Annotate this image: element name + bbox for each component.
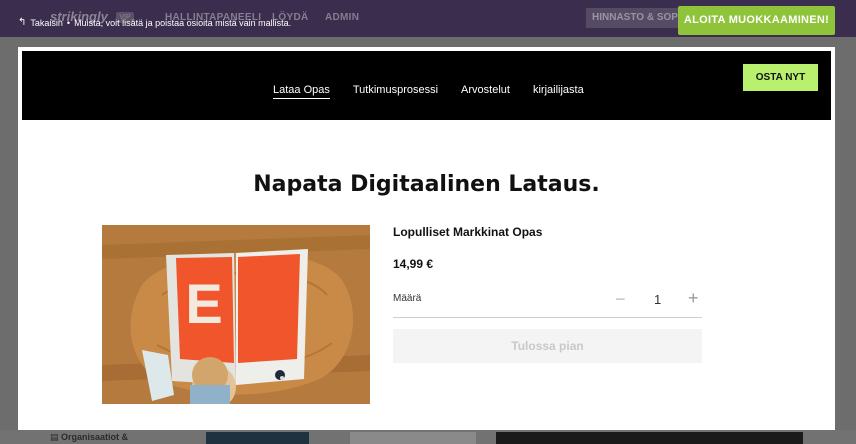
nav-link-download-guide[interactable]: Lataa Opas [273, 84, 330, 99]
quantity-label: Määrä [393, 293, 422, 304]
sidebar-category[interactable]: ▤ Organisaatiot & [50, 432, 128, 443]
start-editing-button[interactable]: ALOITA MUOKKAAMINEN! [678, 6, 835, 35]
increment-button[interactable]: + [688, 288, 699, 309]
quantity-stepper: Määrä − 1 + [393, 288, 702, 318]
quantity-value[interactable]: 1 [654, 292, 661, 307]
template-thumbnail[interactable] [206, 432, 309, 444]
site-nav: Lataa Opas Tutkimusprosessi Arvostelut k… [273, 84, 584, 99]
template-thumbnail[interactable] [496, 432, 803, 444]
section-heading: Napata Digitaalinen Lataus. [253, 172, 600, 197]
product-info: Lopulliset Markkinat Opas 14,99 € Määrä … [393, 225, 702, 363]
coming-soon-button[interactable]: Tulossa pian [393, 329, 702, 363]
template-preview: Lataa Opas Tutkimusprosessi Arvostelut k… [18, 47, 835, 430]
nav-link-author[interactable]: kirjailijasta [533, 84, 584, 99]
nav-link-reviews[interactable]: Arvostelut [461, 84, 510, 99]
decrement-button[interactable]: − [615, 289, 626, 310]
back-row: ↰ Takaisin • Muista, voit lisätä ja pois… [18, 17, 291, 28]
buy-now-button[interactable]: OSTA NYT [743, 64, 818, 91]
nav-link-research[interactable]: Tutkimusprosessi [353, 84, 438, 99]
nav-admin[interactable]: ADMIN [325, 12, 359, 23]
template-thumbnail[interactable] [350, 432, 476, 444]
product-image: E [102, 225, 370, 404]
hint-text: Muista, voit lisätä ja poistaa osioita m… [74, 17, 292, 28]
product-title: Lopulliset Markkinat Opas [393, 225, 543, 239]
background-page: ▤ Organisaatiot & [0, 430, 856, 444]
site-header: Lataa Opas Tutkimusprosessi Arvostelut k… [22, 51, 831, 120]
back-link[interactable]: Takaisin [30, 18, 63, 28]
back-arrow-icon[interactable]: ↰ [18, 17, 26, 28]
book-letter: E [185, 272, 222, 335]
separator-dot: • [66, 17, 71, 28]
product-price: 14,99 € [393, 257, 434, 271]
